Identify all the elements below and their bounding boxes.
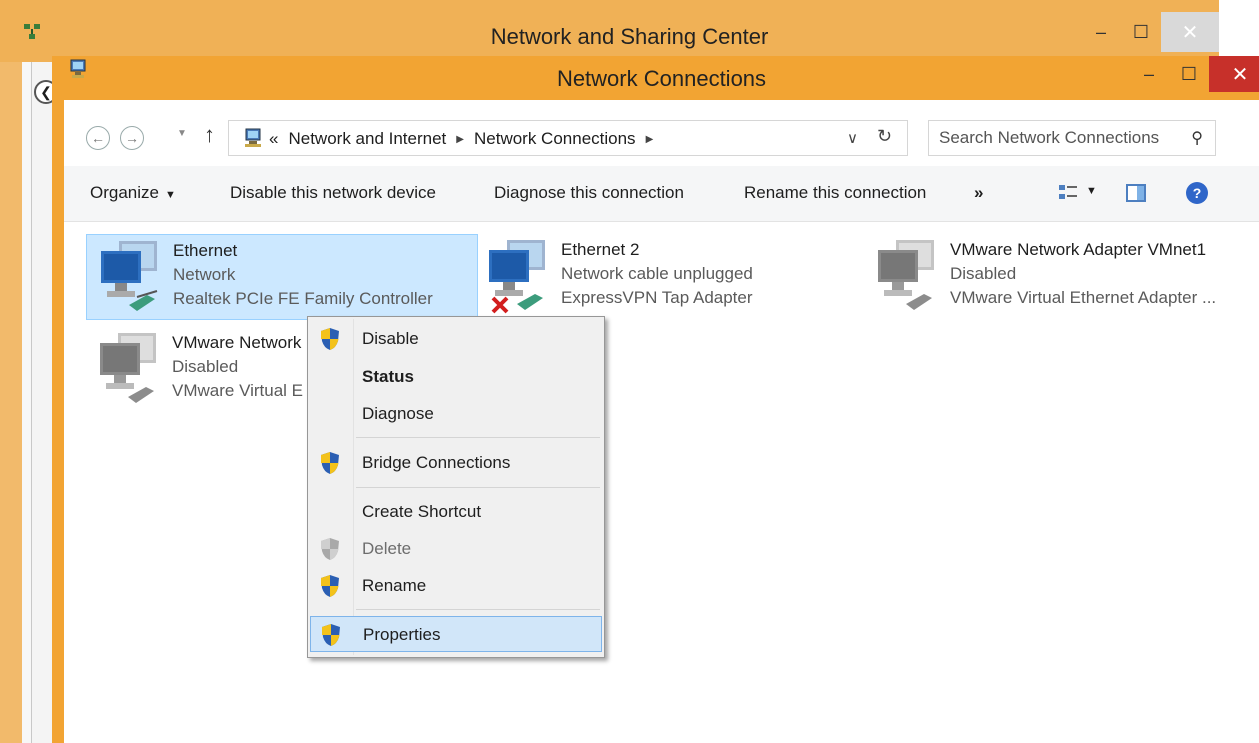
command-bar: Organize ▼ Disable this network device Di… (64, 166, 1259, 222)
connection-name: Ethernet (173, 241, 238, 260)
uac-shield-disabled-icon (321, 538, 339, 560)
window-title: Network Connections (556, 66, 767, 91)
connection-device: Realtek PCIe FE Family Controller (173, 289, 433, 308)
connection-status: Disabled (172, 357, 239, 376)
address-bar[interactable]: « Network and Internet ▶ Network Connect… (228, 120, 908, 156)
network-adapter-disabled-icon (878, 240, 934, 310)
up-button[interactable]: ↑ (204, 122, 215, 148)
uac-shield-icon (321, 328, 339, 350)
connection-name: Ethernet 2 (561, 240, 640, 259)
menu-item-label: Status (362, 367, 414, 386)
network-adapter-icon (101, 241, 158, 311)
menu-item-properties[interactable]: Properties (310, 616, 602, 652)
close-button[interactable]: ✕ (1209, 56, 1259, 92)
back-button[interactable]: ← (86, 126, 110, 150)
menu-item-rename[interactable]: Rename (310, 568, 602, 604)
back-window-content-edge (22, 62, 32, 743)
connection-status: Disabled (950, 264, 1017, 283)
menu-item-status[interactable]: Status (310, 359, 602, 395)
help-icon[interactable]: ? (1186, 182, 1208, 204)
connection-ethernet-2[interactable]: Ethernet 2 Network cable unplugged Expre… (475, 234, 855, 320)
network-connections-window: Network Connections – ☐ ✕ ← → ▼ ↑ « Netw… (52, 56, 1259, 743)
connection-name: VMware Network Adapter VMnet1 (950, 240, 1207, 259)
uac-shield-icon (321, 452, 339, 474)
refresh-icon[interactable]: ↻ (877, 126, 892, 147)
uac-shield-icon (321, 575, 339, 597)
organize-label: Organize (90, 183, 159, 202)
search-box[interactable]: ⚲ (928, 120, 1216, 156)
connection-status: Network (173, 265, 236, 284)
breadcrumb-network-connections[interactable]: Network Connections (474, 129, 636, 149)
forward-button[interactable]: → (120, 126, 144, 150)
connection-vmnet1[interactable]: VMware Network Adapter VMnet1 Disabled V… (864, 234, 1259, 320)
connection-vmnet8[interactable]: VMware Network Disabled VMware Virtual E (86, 327, 326, 413)
uac-shield-icon (322, 624, 340, 646)
caret-down-icon: ▼ (164, 189, 176, 201)
search-icon[interactable]: ⚲ (1191, 128, 1203, 148)
more-commands-button[interactable]: » (974, 183, 983, 203)
menu-separator (356, 609, 600, 610)
address-dropdown-button[interactable]: ∨ (847, 129, 858, 147)
minimize-button[interactable]: – (1129, 56, 1169, 92)
menu-item-delete: Delete (310, 531, 602, 567)
menu-item-label: Delete (362, 539, 412, 558)
address-row: ← → ▼ ↑ « Network and Internet ▶ Network… (64, 118, 1259, 158)
address-overflow[interactable]: « (269, 129, 278, 149)
disable-device-button[interactable]: Disable this network device (230, 183, 436, 203)
search-input[interactable] (939, 127, 1179, 149)
menu-item-label: Rename (362, 576, 427, 595)
menu-separator (356, 487, 600, 488)
preview-pane-icon[interactable] (1125, 182, 1147, 204)
network-adapter-disabled-icon (100, 333, 156, 403)
connection-device: ExpressVPN Tap Adapter (561, 288, 753, 307)
rename-connection-button[interactable]: Rename this connection (744, 183, 926, 203)
context-menu: Disable Status Diagnose Bridge Connectio… (307, 316, 605, 658)
menu-item-label: Create Shortcut (362, 502, 482, 521)
breadcrumb-network-and-internet[interactable]: Network and Internet (288, 129, 446, 149)
back-minimize-button[interactable]: – (1081, 12, 1121, 52)
diagnose-connection-button[interactable]: Diagnose this connection (494, 183, 684, 203)
menu-item-diagnose[interactable]: Diagnose (310, 396, 602, 432)
connection-name: VMware Network (172, 333, 302, 352)
menu-item-bridge-connections[interactable]: Bridge Connections (310, 445, 602, 481)
back-window-left-border (0, 62, 22, 743)
menu-item-label: Properties (363, 625, 441, 644)
back-close-button[interactable]: ✕ (1161, 12, 1219, 52)
menu-separator (356, 437, 600, 438)
change-view-icon[interactable] (1057, 182, 1079, 204)
window-titlebar[interactable]: Network Connections – ☐ ✕ (52, 56, 1259, 100)
back-maximize-button[interactable]: ☐ (1121, 12, 1161, 52)
recent-locations-button[interactable]: ▼ (177, 128, 187, 139)
back-window-title: Network and Sharing Center (490, 24, 769, 49)
control-panel-icon (245, 128, 261, 147)
organize-menu[interactable]: Organize ▼ (90, 183, 176, 203)
maximize-button[interactable]: ☐ (1169, 56, 1209, 92)
connection-ethernet[interactable]: Ethernet Network Realtek PCIe FE Family … (86, 234, 478, 320)
menu-item-label: Bridge Connections (362, 453, 511, 472)
breadcrumb-separator[interactable]: ▶ (646, 134, 654, 145)
connection-status: Network cable unplugged (561, 264, 753, 283)
menu-item-disable[interactable]: Disable (310, 321, 602, 357)
menu-item-create-shortcut[interactable]: Create Shortcut (310, 494, 602, 530)
connection-device: VMware Virtual E (172, 381, 304, 400)
menu-item-label: Diagnose (362, 404, 434, 423)
back-window-titlebar[interactable]: Network and Sharing Center – ☐ ✕ (0, 0, 1259, 62)
breadcrumb-separator[interactable]: ▶ (456, 134, 464, 145)
network-adapter-unplugged-icon (489, 240, 545, 314)
connection-device: VMware Virtual Ethernet Adapter ... (950, 288, 1217, 307)
menu-item-label: Disable (362, 329, 419, 348)
view-options-caret[interactable]: ▼ (1086, 185, 1097, 197)
